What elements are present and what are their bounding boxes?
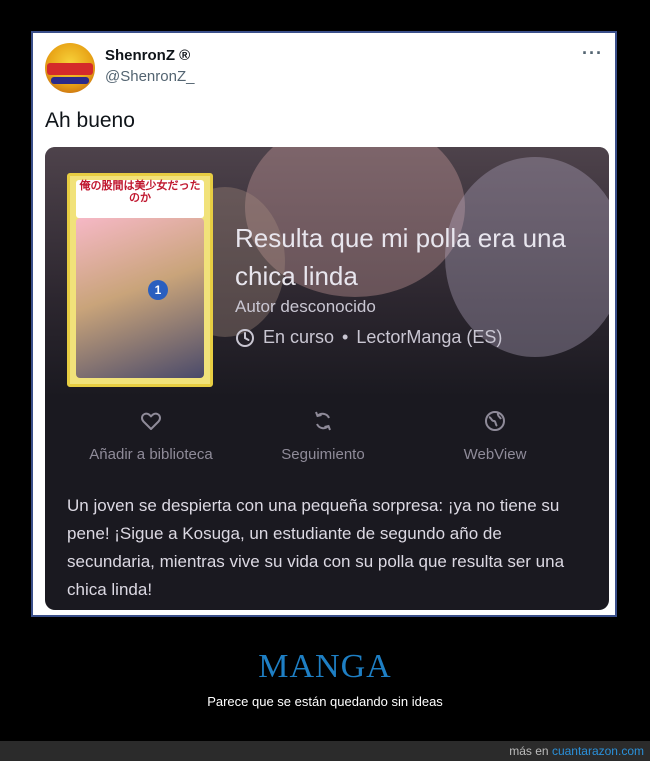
cover-art	[76, 218, 204, 378]
tweet-text: Ah bueno	[45, 109, 135, 132]
status-text: En curso	[263, 327, 335, 347]
cover-volume-badge: 1	[148, 280, 168, 300]
add-to-library-label: Añadir a biblioteca	[89, 446, 213, 463]
manga-author: Autor desconocido	[235, 297, 376, 316]
avatar[interactable]	[45, 43, 95, 93]
manga-card[interactable]: 俺の股間は美少女だったのか 1 Resulta que mi polla era…	[45, 147, 609, 610]
manga-status-row: En curso • LectorManga (ES)	[235, 327, 502, 348]
tweet: ShenronZ ® @ShenronZ_ ··· Ah bueno 俺の股間は…	[35, 35, 613, 613]
post-caption: Parece que se están quedando sin ideas	[207, 694, 443, 709]
avatar-logo-band	[47, 63, 93, 75]
status-separator: •	[342, 327, 349, 347]
user-handle[interactable]: @ShenronZ_	[105, 68, 194, 85]
sync-icon	[315, 411, 331, 431]
display-name[interactable]: ShenronZ ®	[105, 47, 190, 64]
webview-label: WebView	[463, 446, 527, 463]
source-text: LectorManga (ES)	[356, 327, 503, 347]
action-bar: Añadir a biblioteca Seguimiento WebView	[45, 407, 609, 487]
footer-text: más en cuantarazon.com	[509, 744, 644, 758]
footer-bar: más en cuantarazon.com	[0, 741, 650, 761]
tweet-frame: ShenronZ ® @ShenronZ_ ··· Ah bueno 俺の股間は…	[31, 31, 617, 617]
manga-description: Un joven se despierta con una pequeña so…	[67, 496, 565, 599]
add-to-library-button[interactable]: Añadir a biblioteca	[61, 407, 241, 465]
manga-title: Resulta que mi polla era una chica linda	[235, 223, 566, 291]
clock-icon	[236, 328, 254, 347]
footer-prefix: más en	[509, 744, 549, 758]
tracking-button[interactable]: Seguimiento	[233, 407, 413, 465]
footer-site-link[interactable]: cuantarazon.com	[552, 744, 644, 758]
tracking-label: Seguimiento	[281, 446, 365, 463]
globe-icon	[485, 411, 505, 431]
avatar-logo-band-secondary	[51, 77, 89, 84]
webview-button[interactable]: WebView	[405, 407, 585, 465]
more-dots-icon[interactable]: ···	[582, 43, 603, 64]
heart-icon	[141, 412, 161, 430]
cover-title: 俺の股間は美少女だったのか	[76, 180, 204, 218]
category-title[interactable]: MANGA	[0, 648, 650, 686]
manga-cover[interactable]: 俺の股間は美少女だったのか 1	[67, 173, 213, 387]
